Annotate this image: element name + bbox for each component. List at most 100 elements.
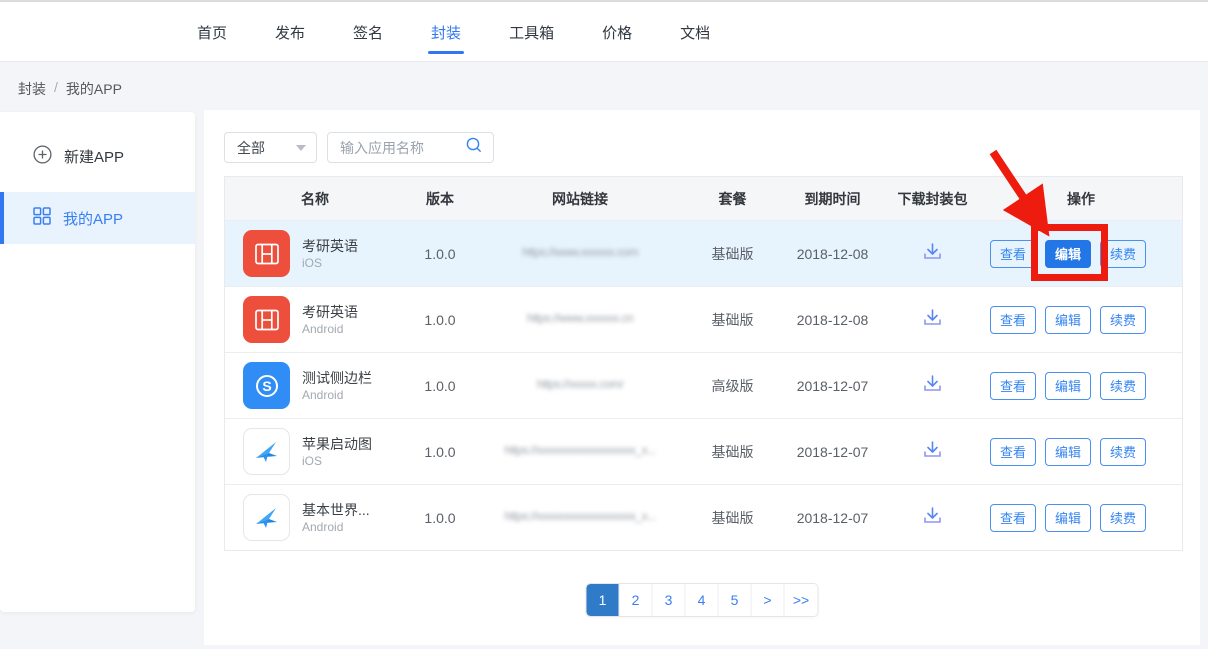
app-name: 测试侧边栏	[302, 369, 372, 388]
view-button[interactable]: 查看	[990, 372, 1036, 400]
app-plan: 基础版	[685, 442, 780, 462]
col-header-plan: 套餐	[685, 189, 780, 209]
breadcrumb-current: 我的APP	[66, 79, 122, 99]
app-plan: 基础版	[685, 244, 780, 264]
renew-button[interactable]: 续费	[1100, 240, 1146, 268]
table-row: 考研英语 Android 1.0.0 https://www.xxxxxx.cn…	[225, 286, 1182, 352]
film-icon	[243, 296, 290, 343]
search-icon[interactable]	[465, 136, 483, 159]
breadcrumb-parent[interactable]: 封装	[18, 79, 46, 99]
download-icon[interactable]	[921, 439, 944, 461]
edit-button[interactable]: 编辑	[1045, 372, 1091, 400]
category-select[interactable]: 全部	[224, 132, 317, 163]
sidebar-item-my-app[interactable]: 我的APP	[0, 192, 195, 244]
download-icon[interactable]	[921, 241, 944, 263]
page-button-5[interactable]: 5	[719, 584, 752, 616]
edit-button-highlighted[interactable]: 编辑	[1045, 240, 1091, 268]
page-button-4[interactable]: 4	[686, 584, 719, 616]
app-platform: Android	[302, 322, 358, 336]
page-button-3[interactable]: 3	[653, 584, 686, 616]
app-platform: Android	[302, 520, 370, 534]
table-row: 苹果启动图 iOS 1.0.0 https://xxxxxxxxxxxxxxxx…	[225, 418, 1182, 484]
app-version: 1.0.0	[405, 378, 475, 394]
renew-button[interactable]: 续费	[1100, 438, 1146, 466]
app-expiry: 2018-12-07	[780, 378, 885, 394]
sidebar-item-label: 新建APP	[64, 146, 124, 167]
apps-table: 名称 版本 网站链接 套餐 到期时间 下载封装包 操作 考研英语 iOS	[224, 176, 1183, 551]
app-name: 基本世界...	[302, 501, 370, 520]
table-row: 基本世界... Android 1.0.0 https://xxxxxxxxxx…	[225, 484, 1182, 550]
sidebar-item-new-app[interactable]: 新建APP	[0, 130, 195, 182]
app-url-masked: https://xxxxxxxxxxxxxxxxxx_x...	[504, 509, 655, 523]
app-url-masked: https://xxxxxxxxxxxxxxxxxx_x...	[504, 443, 655, 457]
app-version: 1.0.0	[405, 444, 475, 460]
nav-tab-docs[interactable]: 文档	[680, 2, 710, 62]
renew-button[interactable]: 续费	[1100, 306, 1146, 334]
view-button[interactable]: 查看	[990, 240, 1036, 268]
app-expiry: 2018-12-07	[780, 510, 885, 526]
app-url-masked: https://www.xxxxxx.cn	[527, 311, 633, 325]
next-page-button[interactable]: >	[752, 584, 785, 616]
download-icon[interactable]	[921, 373, 944, 395]
app-packaging-console: 首页 发布 签名 封装 工具箱 价格 文档 封装 / 我的APP 新建APP 我…	[0, 0, 1208, 649]
app-plan: 高级版	[685, 376, 780, 396]
app-search	[327, 132, 494, 163]
table-row: S 测试侧边栏 Android 1.0.0 https://xxxxx.com/…	[225, 352, 1182, 418]
col-header-download: 下载封装包	[885, 189, 980, 209]
breadcrumb-separator: /	[54, 79, 58, 99]
nav-tab-toolbox[interactable]: 工具箱	[509, 2, 554, 62]
col-header-url: 网站链接	[475, 189, 685, 209]
col-header-expiry: 到期时间	[780, 189, 885, 209]
app-platform: iOS	[302, 256, 358, 270]
search-input[interactable]	[340, 140, 465, 156]
svg-text:S: S	[262, 378, 271, 394]
film-icon	[243, 230, 290, 277]
edit-button[interactable]: 编辑	[1045, 306, 1091, 334]
col-header-version: 版本	[405, 189, 475, 209]
sidebar-item-label: 我的APP	[63, 208, 123, 229]
page-button-2[interactable]: 2	[620, 584, 653, 616]
table-row: 考研英语 iOS 1.0.0 https://www.xxxxxx.com 基础…	[225, 220, 1182, 286]
s-logo-icon: S	[243, 362, 290, 409]
nav-tab-price[interactable]: 价格	[602, 2, 632, 62]
last-page-button[interactable]: >>	[785, 584, 818, 616]
edit-button[interactable]: 编辑	[1045, 504, 1091, 532]
download-icon[interactable]	[921, 505, 944, 527]
grid-icon	[33, 207, 51, 229]
main-panel: 全部 名称 版本 网站链接 套餐 到期时间 下载封装包 操作	[204, 110, 1200, 645]
chevron-down-icon	[296, 145, 306, 151]
app-expiry: 2018-12-08	[780, 312, 885, 328]
app-plan: 基础版	[685, 508, 780, 528]
app-url-masked: https://www.xxxxxx.com	[522, 245, 638, 259]
app-version: 1.0.0	[405, 510, 475, 526]
view-button[interactable]: 查看	[990, 438, 1036, 466]
edit-button[interactable]: 编辑	[1045, 438, 1091, 466]
bird-icon	[243, 428, 290, 475]
app-name: 苹果启动图	[302, 435, 372, 454]
col-header-actions: 操作	[980, 189, 1182, 209]
nav-tab-publish[interactable]: 发布	[275, 2, 305, 62]
app-platform: Android	[302, 388, 372, 402]
renew-button[interactable]: 续费	[1100, 372, 1146, 400]
app-url-masked: https://xxxxx.com/	[537, 377, 623, 391]
app-platform: iOS	[302, 454, 372, 468]
renew-button[interactable]: 续费	[1100, 504, 1146, 532]
pagination: 1 2 3 4 5 > >>	[586, 583, 819, 617]
view-button[interactable]: 查看	[990, 306, 1036, 334]
app-name: 考研英语	[302, 237, 358, 256]
col-header-name: 名称	[225, 189, 405, 209]
nav-tab-sign[interactable]: 签名	[353, 2, 383, 62]
breadcrumb: 封装 / 我的APP	[18, 79, 122, 99]
filter-bar: 全部	[224, 132, 494, 163]
view-button[interactable]: 查看	[990, 504, 1036, 532]
app-version: 1.0.0	[405, 246, 475, 262]
page-button-1[interactable]: 1	[587, 584, 620, 616]
download-icon[interactable]	[921, 307, 944, 329]
plus-circle-icon	[33, 145, 52, 168]
nav-tab-package-active[interactable]: 封装	[431, 2, 461, 62]
app-expiry: 2018-12-07	[780, 444, 885, 460]
app-version: 1.0.0	[405, 312, 475, 328]
app-plan: 基础版	[685, 310, 780, 330]
nav-tab-home[interactable]: 首页	[197, 2, 227, 62]
category-select-value: 全部	[237, 138, 265, 158]
